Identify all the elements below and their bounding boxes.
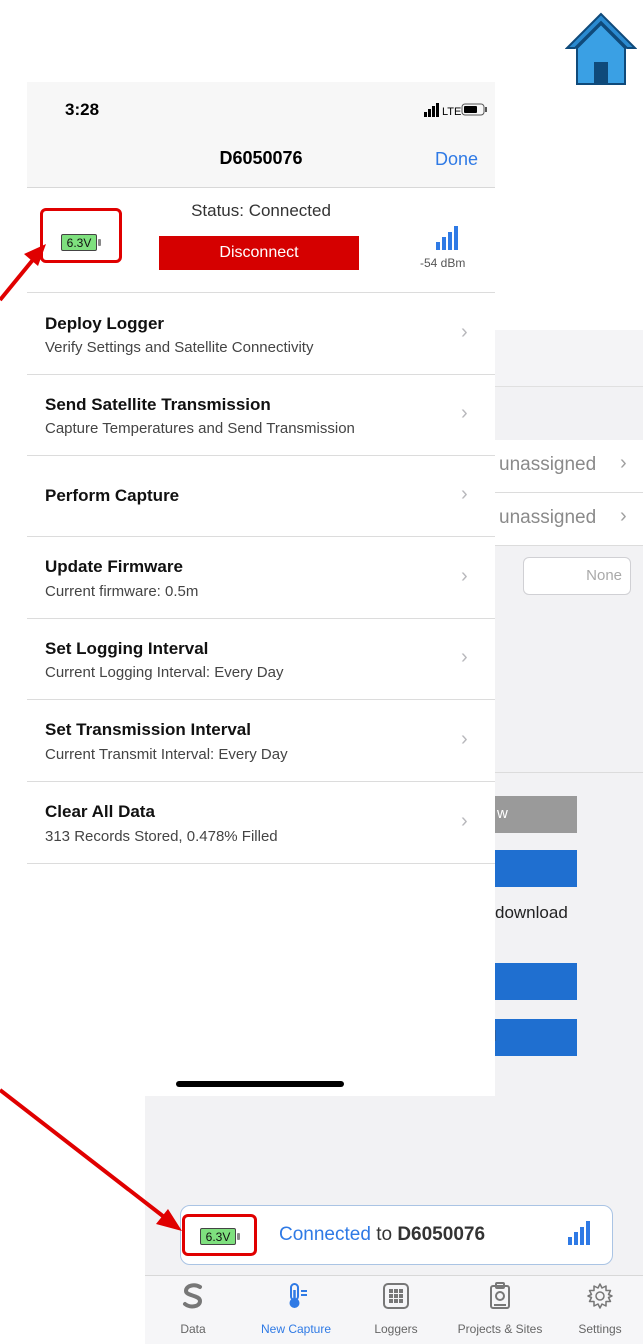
background-grey-button[interactable]: w (495, 796, 577, 833)
background-row-2-value: unassigned (499, 507, 597, 528)
background-grey-button-label: w (497, 805, 508, 822)
chevron-right-icon: › (461, 565, 468, 587)
menu-item-title: Set Transmission Interval (45, 720, 251, 739)
menu-item-send-satellite-transmission[interactable]: Send Satellite Transmission Capture Temp… (27, 374, 495, 456)
chevron-right-icon: › (461, 810, 468, 832)
banner-device-id: D6050076 (397, 1224, 486, 1245)
menu-item-subtitle: Current firmware: 0.5m (45, 583, 199, 600)
tab-label: Projects & Sites (457, 1322, 543, 1336)
status-signal-icon: LTE (424, 103, 487, 118)
menu-item-subtitle: Verify Settings and Satellite Connectivi… (45, 339, 314, 356)
home-icon[interactable] (565, 8, 637, 88)
banner-battery-highlight-box (182, 1214, 257, 1256)
menu-item-subtitle: Current Transmit Interval: Every Day (45, 746, 288, 763)
background-row-1[interactable]: unassigned › (495, 440, 643, 493)
tab-settings[interactable]: Settings (545, 1282, 643, 1336)
background-row-1-value: unassigned (499, 454, 597, 475)
home-indicator[interactable] (176, 1081, 344, 1087)
chevron-right-icon: › (620, 452, 627, 474)
arrow-to-banner-battery (0, 1088, 170, 1222)
done-button[interactable]: Done (435, 149, 478, 170)
tab-label: New Capture (260, 1322, 332, 1336)
menu-item-subtitle: 313 Records Stored, 0.478% Filled (45, 828, 278, 845)
menu-item-deploy-logger[interactable]: Deploy Logger Verify Settings and Satell… (27, 293, 495, 375)
menu-item-title: Clear All Data (45, 802, 155, 821)
signal-strength-value: -54 dBm (420, 256, 466, 270)
background-input[interactable]: None (523, 557, 631, 595)
menu-item-title: Update Firmware (45, 557, 183, 576)
chevron-right-icon: › (461, 321, 468, 343)
menu-item-set-transmission-interval[interactable]: Set Transmission Interval Current Transm… (27, 699, 495, 782)
gear-icon (587, 1283, 613, 1309)
chevron-right-icon: › (461, 483, 468, 505)
loggers-grid-icon (383, 1283, 409, 1309)
menu-item-title: Set Logging Interval (45, 639, 209, 658)
chevron-right-icon: › (461, 646, 468, 668)
menu-item-title: Send Satellite Transmission (45, 395, 271, 414)
menu-item-subtitle: Capture Temperatures and Send Transmissi… (45, 420, 355, 437)
menu-item-update-firmware[interactable]: Update Firmware Current firmware: 0.5m › (27, 536, 495, 619)
banner-connection-text: Connected to D6050076 (279, 1224, 485, 1246)
banner-to-word: to (376, 1224, 393, 1245)
thermometer-icon (289, 1283, 307, 1308)
background-input-placeholder: None (586, 567, 622, 584)
tab-loggers[interactable]: Loggers (341, 1282, 451, 1336)
chevron-right-icon: › (620, 505, 627, 527)
menu-item-perform-capture[interactable]: Perform Capture › (27, 455, 495, 537)
disconnect-button[interactable]: Disconnect (159, 236, 359, 270)
background-divider (495, 772, 643, 773)
menu-item-clear-all-data[interactable]: Clear All Data 313 Records Stored, 0.478… (27, 781, 495, 864)
chevron-right-icon: › (461, 402, 468, 424)
tab-data[interactable]: Data (138, 1282, 248, 1336)
background-blue-button-2[interactable] (495, 963, 577, 1000)
battery-highlight-box (40, 208, 122, 263)
menu-item-set-logging-interval[interactable]: Set Logging Interval Current Logging Int… (27, 618, 495, 700)
background-blue-button-3[interactable]: l (493, 1019, 577, 1056)
tab-label: Data (180, 1322, 206, 1336)
tab-new-capture[interactable]: New Capture (241, 1282, 351, 1336)
menu-item-title: Perform Capture (45, 486, 180, 505)
background-download-text: download (495, 903, 568, 922)
tab-projects-sites[interactable]: Projects & Sites (445, 1282, 555, 1336)
chevron-right-icon: › (461, 728, 468, 750)
projects-sites-icon (490, 1282, 510, 1309)
data-logo-icon (183, 1283, 203, 1309)
menu-item-title: Deploy Logger (45, 314, 165, 333)
tab-label: Loggers (374, 1322, 418, 1336)
page-title: D6050076 (219, 148, 303, 168)
signal-strength-icon (436, 226, 458, 250)
banner-connected-word: Connected (279, 1224, 371, 1245)
network-type: LTE (442, 106, 461, 118)
background-row-2[interactable]: unassigned › (495, 493, 643, 546)
status-time: 3:28 (65, 100, 100, 119)
background-header (495, 330, 643, 387)
signal-strength-icon (568, 1221, 590, 1245)
background-blue-button-1[interactable] (495, 850, 577, 887)
tab-label: Settings (578, 1322, 622, 1336)
menu-item-subtitle: Current Logging Interval: Every Day (45, 664, 284, 681)
